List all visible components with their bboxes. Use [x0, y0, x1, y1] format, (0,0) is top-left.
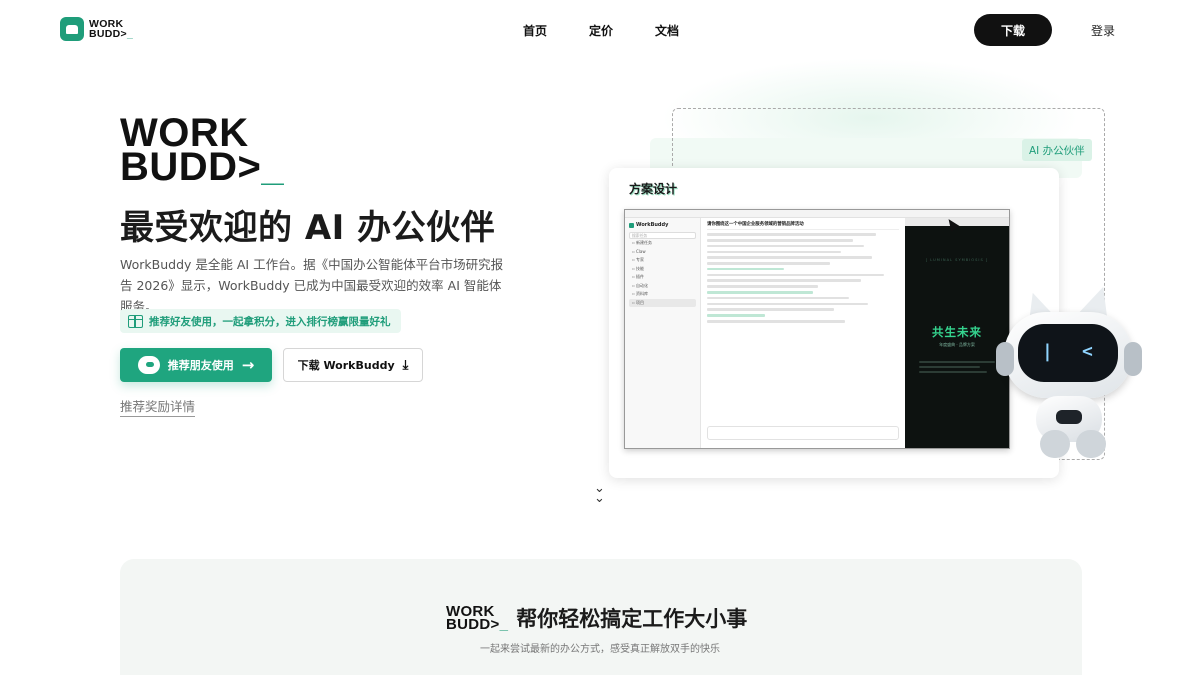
- header-download-button[interactable]: 下载: [974, 14, 1052, 46]
- card-title: 方案设计: [629, 182, 678, 196]
- product-preview-card: 方案设计 WorkBuddy 搜索任务 新建任务 Claw 专家 技能 插件 自…: [609, 168, 1059, 478]
- section-heading: WORK BUDD>_ 帮你轻松搞定工作大小事: [446, 603, 747, 633]
- scroll-down-icon[interactable]: ⌄ ⌄: [594, 482, 605, 505]
- robot-mascot: | <: [996, 281, 1142, 464]
- app-side-item: 插件: [629, 273, 696, 282]
- app-side-item: 新建任务: [629, 239, 696, 248]
- app-sidebar: WorkBuddy 搜索任务 新建任务 Claw 专家 技能 插件 自动化 资料…: [625, 218, 701, 448]
- mascot-icon: [137, 356, 160, 374]
- section-subtitle: 一起来尝试最新的办公方式，感受真正解放双手的快乐: [480, 644, 720, 655]
- section-title: 帮你轻松搞定工作大小事: [516, 607, 748, 631]
- app-side-item: 资料库: [629, 290, 696, 299]
- recommend-label: 推荐朋友使用: [167, 359, 234, 372]
- login-link[interactable]: 登录: [1091, 22, 1115, 39]
- app-main: 请你围绕这一个中国企业服务领域的营销品牌活动: [702, 218, 904, 448]
- hero-wordmark: WORK BUDD>_: [120, 111, 285, 189]
- section-wordmark: WORK BUDD>_: [446, 603, 509, 633]
- reward-details-link[interactable]: 推荐奖励详情: [120, 396, 196, 417]
- promo-banner[interactable]: 推荐好友使用，一起拿积分，进入排行榜赢限量好礼: [120, 309, 401, 333]
- download-label: 下载 WorkBuddy: [297, 359, 395, 372]
- download-workbuddy-button[interactable]: 下载 WorkBuddy ⤓: [283, 348, 423, 382]
- preview-title: 共生未来: [932, 325, 982, 339]
- app-chat-input: [707, 426, 899, 440]
- app-side-item: 自动化: [629, 282, 696, 291]
- nav-home[interactable]: 首页: [523, 22, 547, 39]
- app-preview-panel: [ LUMINAL SYMBIOSIS ] 共生未来 年度盛典 · 品牌方案: [905, 218, 1009, 448]
- logo-wordmark: WORK BUDD>_: [89, 18, 134, 40]
- recommend-friends-button[interactable]: 推荐朋友使用 →: [120, 348, 272, 382]
- top-navbar: WORK BUDD>_ 首页 定价 文档 下载 登录: [0, 0, 1200, 62]
- main-nav: 首页 定价 文档: [523, 22, 679, 39]
- preview-header: [ LUMINAL SYMBIOSIS ]: [925, 258, 989, 262]
- app-side-item: 技能: [629, 265, 696, 274]
- hero-title: 最受欢迎的 AI 办公伙伴: [120, 208, 496, 248]
- app-side-item: Claw: [629, 248, 696, 257]
- logo-icon: [60, 17, 84, 41]
- app-search: 搜索任务: [629, 232, 696, 239]
- app-screenshot: WorkBuddy 搜索任务 新建任务 Claw 专家 技能 插件 自动化 资料…: [624, 209, 1010, 449]
- promo-text: 推荐好友使用，一起拿积分，进入排行榜赢限量好礼: [149, 315, 391, 328]
- nav-docs[interactable]: 文档: [655, 22, 679, 39]
- download-icon: ⤓: [402, 357, 409, 373]
- nav-pricing[interactable]: 定价: [589, 22, 613, 39]
- brand-logo[interactable]: WORK BUDD>_: [60, 17, 133, 41]
- hero-description: WorkBuddy 是全能 AI 工作台。据《中国办公智能体平台市场研究报告 2…: [120, 257, 504, 314]
- app-side-item: 项目: [629, 298, 696, 307]
- preview-subtitle: 年度盛典 · 品牌方案: [939, 342, 975, 347]
- arrow-right-icon: →: [241, 355, 255, 374]
- app-side-item: 专家: [629, 256, 696, 265]
- ai-partner-badge: AI 办公伙伴: [1022, 139, 1092, 161]
- gift-icon: [128, 314, 143, 328]
- app-name: WorkBuddy: [629, 222, 696, 228]
- app-task-title: 请你围绕这一个中国企业服务领域的营销品牌活动: [707, 221, 899, 230]
